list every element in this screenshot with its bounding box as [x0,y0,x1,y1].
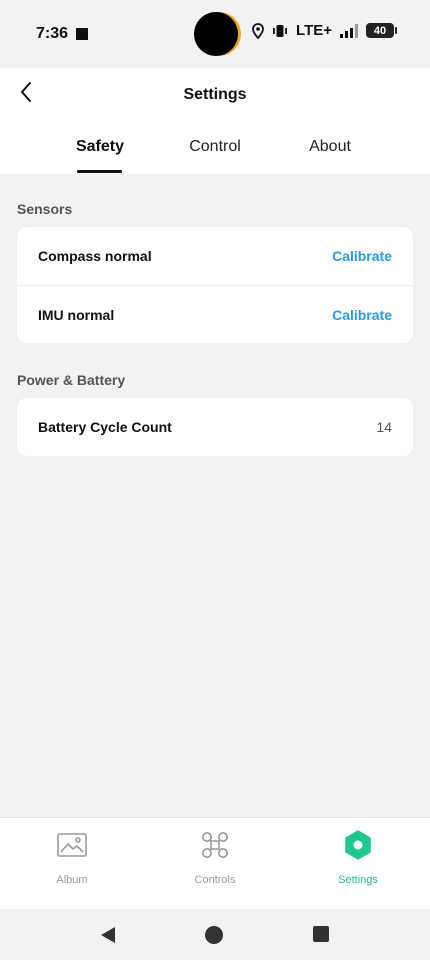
compass-status-label: Compass normal [38,248,152,264]
signal-icon [340,23,358,38]
location-icon [252,22,264,39]
tab-about[interactable]: About [309,138,351,156]
sensors-section-title: Sensors [17,201,73,217]
battery-cycle-row: Battery Cycle Count 14 [17,398,413,456]
system-nav-bar [0,909,430,960]
power-section-title: Power & Battery [17,372,126,388]
nav-album-label: Album [56,874,88,886]
system-home-icon[interactable] [205,926,223,949]
status-time: 7:36 [36,25,69,42]
status-icons: LTE+ 40 [252,22,397,39]
notification-square-icon [76,28,88,40]
camera-cutout [194,12,238,56]
power-card: Battery Cycle Count 14 [17,398,413,456]
battery-cycle-label: Battery Cycle Count [38,419,172,435]
nav-controls-label: Controls [194,874,236,886]
sensors-card: Compass normal Calibrate IMU normal Cali… [17,227,413,343]
calibrate-compass-button[interactable]: Calibrate [332,248,392,264]
page-title: Settings [183,86,247,103]
bottom-nav: Album Controls Settings [0,817,430,909]
tab-control[interactable]: Control [189,138,241,156]
header: Settings Safety Control About [0,68,430,174]
imu-status-label: IMU normal [38,306,115,323]
nav-settings-label: Settings [338,874,378,886]
system-back-icon[interactable] [99,926,117,949]
nav-controls[interactable]: Controls [160,828,270,898]
battery-cycle-value: 14 [376,419,392,435]
nav-settings[interactable]: Settings [303,828,413,898]
active-tab-indicator [77,170,122,173]
vibrate-icon [272,24,288,38]
battery-icon: 40 [366,23,397,38]
settings-screen: 7:36 LTE+ 40 Settings Safety Control Abo… [0,0,430,960]
calibrate-imu-button[interactable]: Calibrate [332,307,392,323]
hexagon-settings-icon [344,828,372,862]
tab-safety[interactable]: Safety [76,138,124,156]
compass-row: Compass normal Calibrate [17,227,413,285]
nav-album[interactable]: Album [17,828,127,898]
drone-icon [201,828,229,862]
status-bar: 7:36 LTE+ 40 [0,0,430,68]
image-icon [57,828,87,862]
imu-row: IMU normal Calibrate [17,285,413,343]
tab-bar: Safety Control About [0,128,430,174]
network-type: LTE+ [296,22,332,39]
system-recents-icon[interactable] [313,926,329,947]
